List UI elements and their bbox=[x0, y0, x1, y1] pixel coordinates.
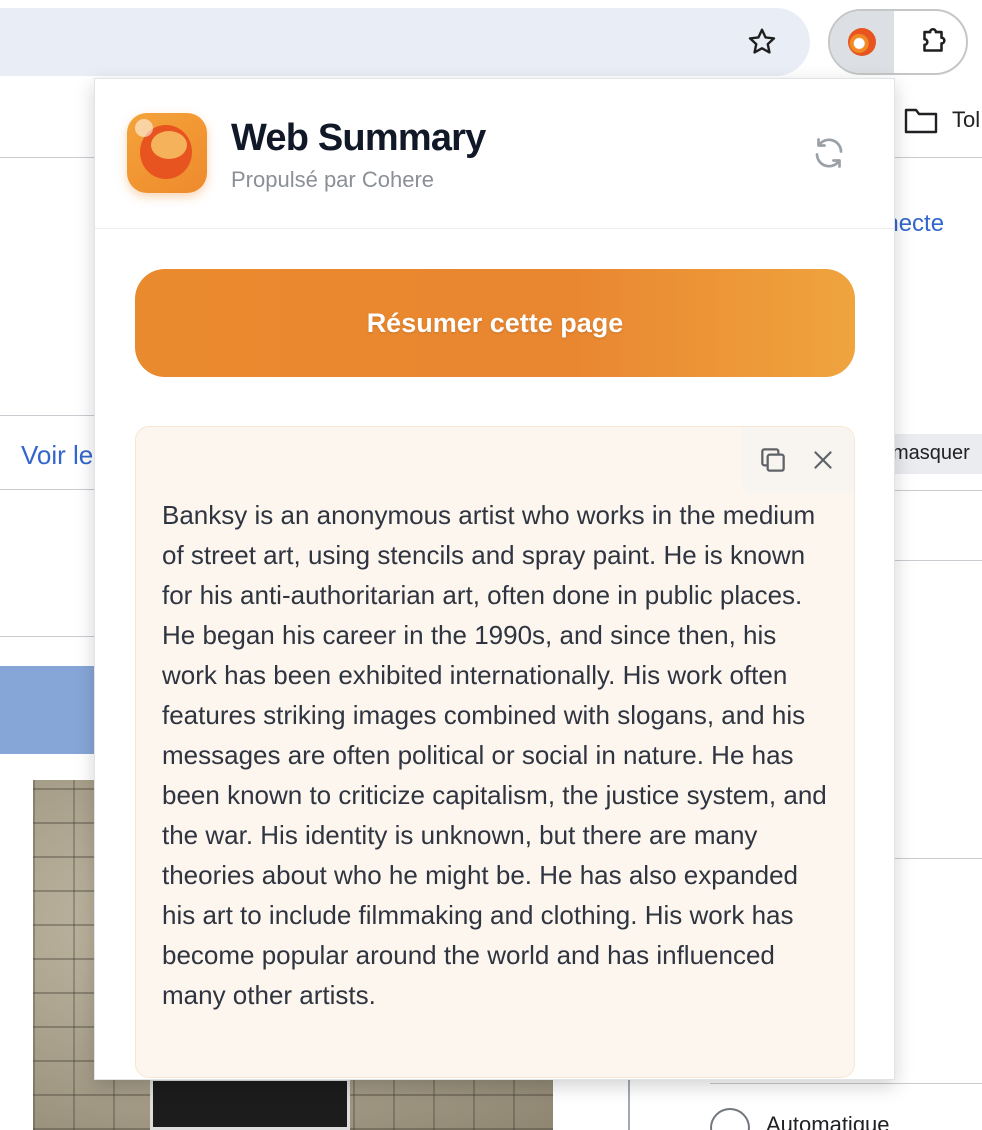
copy-icon bbox=[761, 448, 785, 472]
copy-button[interactable] bbox=[753, 440, 793, 480]
automatic-radio[interactable] bbox=[710, 1108, 750, 1130]
divider bbox=[895, 490, 982, 491]
divider bbox=[0, 415, 94, 416]
app-title: Web Summary bbox=[231, 117, 486, 159]
refresh-button[interactable] bbox=[807, 131, 851, 175]
divider bbox=[0, 636, 94, 637]
star-icon bbox=[748, 28, 776, 54]
puzzle-icon bbox=[923, 28, 946, 52]
web-summary-logo-icon bbox=[127, 113, 207, 193]
app-subtitle: Propulsé par Cohere bbox=[231, 167, 435, 192]
summary-text: Banksy is an anonymous artist who works … bbox=[162, 500, 827, 1010]
bookmark-label: Tol bbox=[952, 107, 981, 132]
divider bbox=[0, 157, 94, 158]
divider bbox=[710, 1083, 982, 1084]
divider bbox=[895, 858, 982, 859]
popup-header: Web Summary Propulsé par Cohere bbox=[95, 79, 894, 229]
voir-link[interactable]: Voir le bbox=[21, 440, 93, 471]
divider bbox=[895, 157, 982, 158]
section-header-band bbox=[0, 666, 100, 754]
close-button[interactable] bbox=[803, 440, 843, 480]
divider bbox=[0, 489, 94, 490]
column-divider bbox=[628, 1078, 630, 1130]
summary-card: Banksy is an anonymous artist who works … bbox=[135, 426, 855, 1078]
folder-icon bbox=[904, 108, 938, 134]
close-icon bbox=[814, 451, 832, 469]
address-bar[interactable] bbox=[0, 8, 810, 76]
bookmark-star-button[interactable] bbox=[738, 20, 786, 64]
web-summary-extension-button[interactable] bbox=[830, 11, 894, 73]
web-summary-extension-icon bbox=[848, 28, 876, 56]
extensions-menu-button[interactable] bbox=[908, 20, 958, 64]
summary-actions bbox=[742, 427, 854, 493]
summarize-page-button[interactable]: Résumer cette page bbox=[135, 269, 855, 377]
refresh-icon bbox=[815, 138, 843, 168]
divider bbox=[895, 560, 982, 561]
bookmark-folder[interactable]: Tol bbox=[904, 106, 980, 134]
stencil-artwork bbox=[150, 1078, 350, 1130]
web-summary-popup: Web Summary Propulsé par Cohere Résumer … bbox=[94, 78, 895, 1080]
automatic-radio-label: Automatique bbox=[766, 1112, 890, 1130]
